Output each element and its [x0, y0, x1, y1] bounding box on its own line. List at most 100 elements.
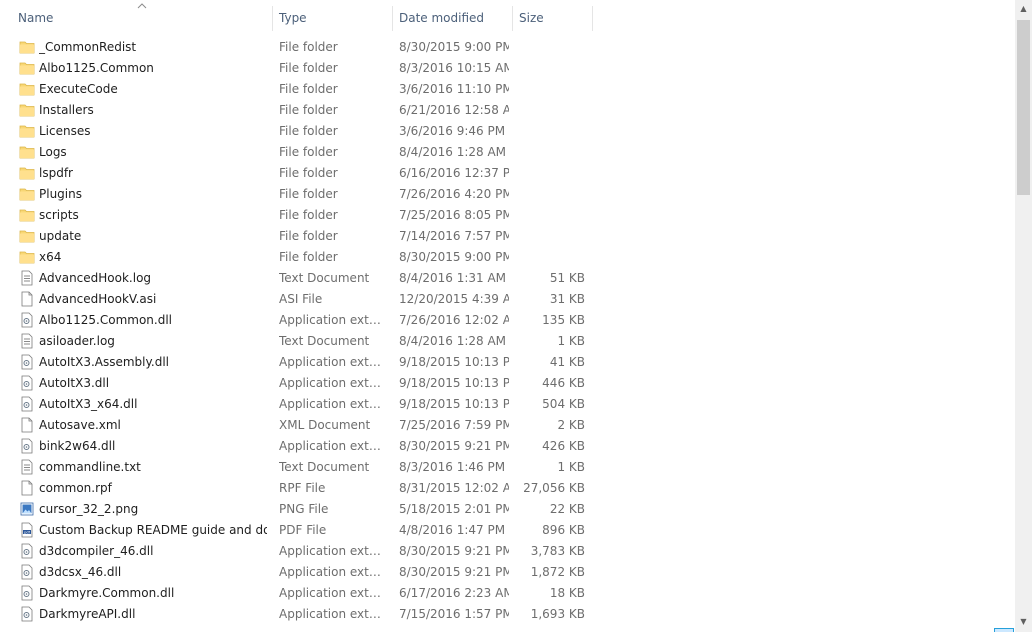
text-document-icon [19, 268, 35, 289]
dll-file-icon [19, 310, 35, 331]
file-type: File folder [279, 61, 338, 75]
file-size: 1,693 KB [530, 607, 585, 621]
blank-file-icon [19, 478, 35, 499]
list-item[interactable]: commandline.txt Text Document 8/3/2016 1:4… [0, 457, 1015, 478]
file-date-modified: 9/18/2015 10:13 PM [399, 397, 509, 411]
folder-icon [19, 37, 35, 58]
file-type: Application extens... [279, 376, 387, 390]
file-name: Albo1125.Common.dll [39, 313, 173, 327]
text-document-icon [19, 331, 35, 352]
list-item[interactable]: update File folder 7/14/2016 7:57 PM [0, 226, 1015, 247]
file-name: d3dcompiler_46.dll [39, 544, 154, 558]
file-size: 51 KB [549, 271, 585, 285]
folder-icon [19, 142, 35, 163]
file-name: Albo1125.Common [39, 61, 154, 75]
list-item[interactable]: pdf Custom Backup README guide and doc...… [0, 520, 1015, 541]
folder-icon [19, 79, 35, 100]
list-item[interactable]: AdvancedHook.log Text Document 8/4/2016 1:… [0, 268, 1015, 289]
blank-file-icon [19, 415, 35, 436]
list-item[interactable]: _CommonRedist File folder 8/30/2015 9:00 P… [0, 37, 1015, 58]
file-type: Application extens... [279, 565, 387, 579]
file-size: 18 KB [549, 586, 585, 600]
list-item[interactable]: bink2w64.dll Application extens... 8/30/20… [0, 436, 1015, 457]
list-item[interactable]: Logs File folder 8/4/2016 1:28 AM [0, 142, 1015, 163]
column-header-size[interactable]: Size [513, 6, 593, 31]
list-item[interactable]: ExecuteCode File folder 3/6/2016 11:10 PM [0, 79, 1015, 100]
file-type: File folder [279, 145, 338, 159]
column-header-name[interactable]: Name [12, 6, 273, 31]
file-size: 31 KB [549, 292, 585, 306]
file-type: File folder [279, 103, 338, 117]
selection-marquee [994, 628, 1014, 632]
file-list-view: Name Type Date modified Size _CommonRedi… [0, 0, 1015, 632]
file-name: d3dcsx_46.dll [39, 565, 122, 579]
file-size: 3,783 KB [530, 544, 585, 558]
file-size: 41 KB [549, 355, 585, 369]
file-name: AdvancedHookV.asi [39, 292, 157, 306]
file-name: Darkmyre.Common.dll [39, 586, 175, 600]
file-size: 426 KB [542, 439, 585, 453]
list-item[interactable]: Albo1125.Common File folder 8/3/2016 10:15… [0, 58, 1015, 79]
file-type: ASI File [279, 292, 323, 306]
file-date-modified: 7/14/2016 7:57 PM [399, 229, 509, 243]
file-size: 22 KB [549, 502, 585, 516]
list-item[interactable]: Licenses File folder 3/6/2016 9:46 PM [0, 121, 1015, 142]
file-type: File folder [279, 166, 338, 180]
file-size: 504 KB [542, 397, 585, 411]
file-type: XML Document [279, 418, 371, 432]
list-item[interactable]: x64 File folder 8/30/2015 9:00 PM [0, 247, 1015, 268]
file-name: Licenses [39, 124, 91, 138]
file-name: _CommonRedist [39, 40, 137, 54]
file-date-modified: 6/21/2016 12:58 AM [399, 103, 509, 117]
file-name: Logs [39, 145, 67, 159]
dll-file-icon [19, 583, 35, 604]
file-size: 1,872 KB [530, 565, 585, 579]
list-item[interactable]: Installers File folder 6/21/2016 12:58 AM [0, 100, 1015, 121]
list-item[interactable]: lspdfr File folder 6/16/2016 12:37 PM [0, 163, 1015, 184]
list-item[interactable]: d3dcsx_46.dll Application extens... 8/30/2… [0, 562, 1015, 583]
list-item[interactable]: asiloader.log Text Document 8/4/2016 1:28 … [0, 331, 1015, 352]
file-name: ExecuteCode [39, 82, 118, 96]
vertical-scrollbar[interactable]: ▲ ▼ [1015, 0, 1032, 632]
file-type: Application extens... [279, 544, 387, 558]
file-date-modified: 5/18/2015 2:01 PM [399, 502, 509, 516]
list-item[interactable]: AutoItX3.dll Application extens... 9/18/20… [0, 373, 1015, 394]
file-name: asiloader.log [39, 334, 115, 348]
scroll-up-arrow-icon[interactable]: ▲ [1019, 4, 1028, 13]
file-date-modified: 8/4/2016 1:31 AM [399, 271, 507, 285]
column-header-date-modified[interactable]: Date modified [393, 6, 513, 31]
column-header-type[interactable]: Type [273, 6, 393, 31]
file-name: AutoItX3.dll [39, 376, 110, 390]
dll-file-icon [19, 604, 35, 625]
list-item[interactable]: d3dcompiler_46.dll Application extens... 8… [0, 541, 1015, 562]
list-item[interactable]: Darkmyre.Common.dll Application extens...… [0, 583, 1015, 604]
file-size: 446 KB [542, 376, 585, 390]
list-item[interactable]: cursor_32_2.png PNG File 5/18/2015 2:01 PM… [0, 499, 1015, 520]
list-item[interactable]: common.rpf RPF File 8/31/2015 12:02 AM 27,0… [0, 478, 1015, 499]
file-name: Plugins [39, 187, 82, 201]
dll-file-icon [19, 562, 35, 583]
list-item[interactable]: Albo1125.Common.dll Application extens...… [0, 310, 1015, 331]
column-header-row: Name Type Date modified Size [0, 0, 1015, 36]
folder-icon [19, 247, 35, 268]
text-document-icon [19, 457, 35, 478]
scroll-down-arrow-icon[interactable]: ▼ [1019, 617, 1028, 626]
file-date-modified: 8/30/2015 9:00 PM [399, 40, 509, 54]
list-item[interactable]: DarkmyreAPI.dll Application extens... 7/15… [0, 604, 1015, 625]
file-size: 2 KB [557, 418, 585, 432]
file-date-modified: 7/25/2016 7:59 PM [399, 418, 509, 432]
list-item[interactable]: scripts File folder 7/25/2016 8:05 PM [0, 205, 1015, 226]
file-name: Custom Backup README guide and doc... [39, 523, 267, 537]
list-item[interactable]: AutoItX3.Assembly.dll Application extens.… [0, 352, 1015, 373]
file-date-modified: 7/25/2016 8:05 PM [399, 208, 509, 222]
file-date-modified: 3/6/2016 9:46 PM [399, 124, 506, 138]
file-type: Text Document [279, 334, 370, 348]
blank-file-icon [19, 289, 35, 310]
scrollbar-thumb[interactable] [1017, 20, 1030, 195]
list-item[interactable]: Autosave.xml XML Document 7/25/2016 7:59 P… [0, 415, 1015, 436]
file-name: AutoItX3_x64.dll [39, 397, 138, 411]
file-date-modified: 9/18/2015 10:13 PM [399, 355, 509, 369]
list-item[interactable]: AdvancedHookV.asi ASI File 12/20/2015 4:39… [0, 289, 1015, 310]
list-item[interactable]: Plugins File folder 7/26/2016 4:20 PM [0, 184, 1015, 205]
list-item[interactable]: AutoItX3_x64.dll Application extens... 9/1… [0, 394, 1015, 415]
